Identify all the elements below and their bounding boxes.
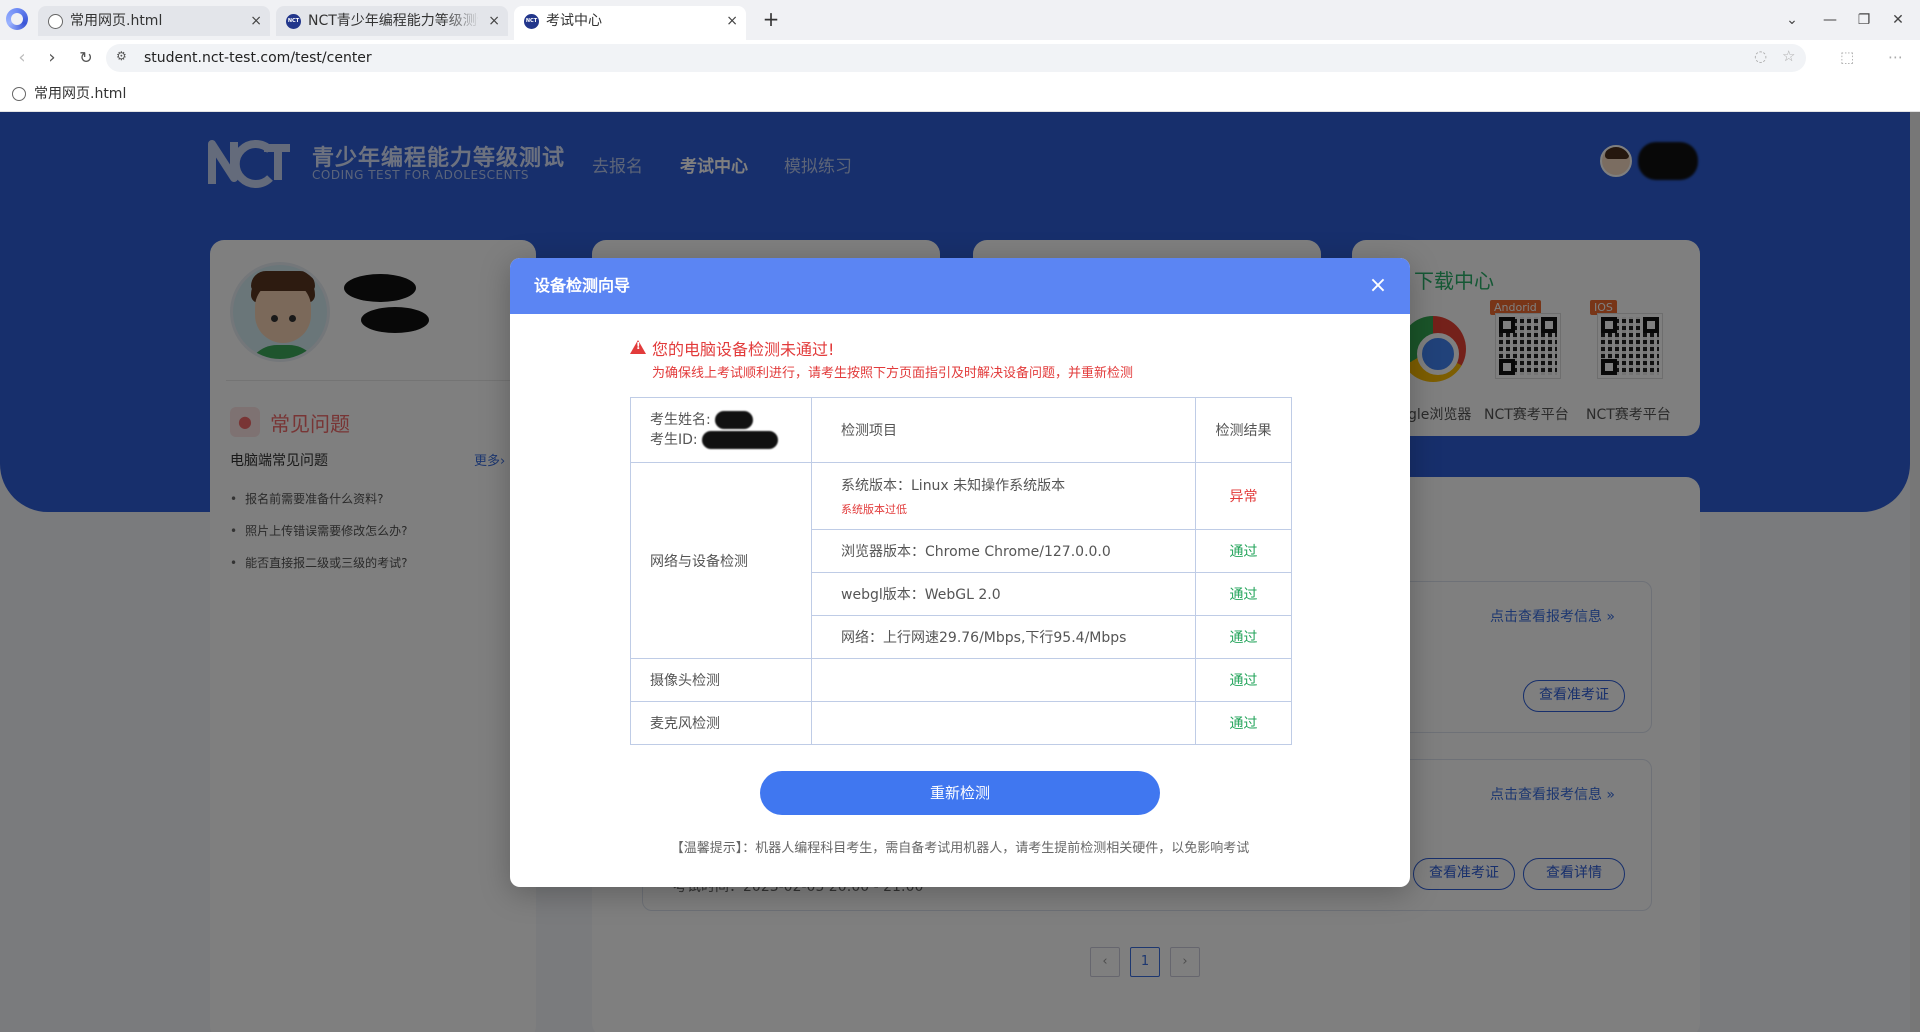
check-result: 通过	[1195, 572, 1292, 616]
minimize-button[interactable]: —	[1818, 8, 1842, 32]
tab-title: 常用网页.html	[70, 13, 163, 29]
url-text[interactable]: student.nct-test.com/test/center	[144, 44, 372, 72]
student-name-label: 考生姓名:	[650, 412, 711, 428]
alert-description: 为确保线上考试顺利进行，请考生按照下方页面指引及时解决设备问题，并重新检测	[652, 366, 1134, 381]
restore-button[interactable]: ❐	[1852, 8, 1876, 32]
alert-title: 您的电脑设备检测未通过!	[652, 340, 835, 359]
globe-icon	[12, 87, 26, 101]
back-button[interactable]: ‹	[10, 46, 34, 70]
site-info-icon[interactable]: ⚙	[116, 49, 127, 63]
forward-button[interactable]: ›	[40, 46, 64, 70]
student-id-label: 考生ID:	[650, 432, 698, 448]
device-check-table: 考生姓名: 考生ID: 检测项目 检测结果 网络与设备检测 系统版本：Linux…	[630, 397, 1292, 745]
nct-icon: NCT	[286, 14, 301, 29]
address-bar[interactable]: ⚙ student.nct-test.com/test/center ◌ ☆	[106, 44, 1806, 72]
browser-toolbar: ‹ › ↻ ⚙ student.nct-test.com/test/center…	[0, 40, 1920, 76]
microphone-check-label: 麦克风检测	[630, 701, 812, 745]
dialog-title: 设备检测向导	[534, 276, 631, 295]
warning-icon	[630, 340, 646, 354]
check-item-network: 网络：上行网速29.76/Mbps,下行95.4/Mbps	[811, 615, 1196, 659]
check-item-webgl: webgl版本：WebGL 2.0	[811, 572, 1196, 616]
check-item-label: 系统版本：Linux 未知操作系统版本	[841, 478, 1066, 494]
table-row: 网络与设备检测 系统版本：Linux 未知操作系统版本 系统版本过低 异常	[630, 462, 1292, 659]
table-row: 麦克风检测 通过	[630, 701, 1292, 745]
tab-nct-test[interactable]: NCT NCT青少年编程能力等级测试 ×	[276, 6, 508, 36]
tab-close-icon[interactable]: ×	[726, 6, 738, 36]
check-item-system: 系统版本：Linux 未知操作系统版本 系统版本过低	[811, 462, 1196, 530]
column-header-item: 检测项目	[811, 397, 1196, 463]
close-window-button[interactable]: ✕	[1886, 8, 1910, 32]
redacted-student-id	[702, 431, 779, 449]
tab-title: 考试中心	[546, 13, 602, 29]
tab-close-icon[interactable]: ×	[250, 6, 262, 36]
bookmark-common-pages[interactable]: 常用网页.html	[34, 76, 126, 112]
browser-logo-icon	[6, 8, 28, 30]
network-device-group-label: 网络与设备检测	[630, 462, 812, 659]
check-result: 通过	[1195, 529, 1292, 573]
tab-common-pages[interactable]: 常用网页.html ×	[38, 6, 270, 36]
redacted-student-name	[715, 411, 754, 429]
camera-check-label: 摄像头检测	[630, 658, 812, 702]
check-item-warning: 系统版本过低	[841, 503, 907, 516]
browser-chrome: 常用网页.html × NCT NCT青少年编程能力等级测试 × NCT 考试中…	[0, 0, 1920, 112]
check-result: 通过	[1195, 615, 1292, 659]
dialog-header: 设备检测向导 ×	[510, 258, 1410, 314]
device-check-dialog: 设备检测向导 × 您的电脑设备检测未通过! 为确保线上考试顺利进行，请考生按照下…	[510, 258, 1410, 887]
globe-icon	[48, 14, 63, 29]
new-tab-button[interactable]: +	[758, 6, 784, 32]
check-result: 通过	[1195, 658, 1292, 702]
reload-button[interactable]: ↻	[74, 46, 98, 70]
student-info-cell: 考生姓名: 考生ID:	[630, 397, 812, 463]
bookmark-star-icon[interactable]: ☆	[1782, 47, 1795, 65]
empty-cell	[811, 658, 1196, 702]
check-item-browser: 浏览器版本：Chrome Chrome/127.0.0.0	[811, 529, 1196, 573]
close-icon[interactable]: ×	[1364, 272, 1392, 300]
table-header-row: 考生姓名: 考生ID: 检测项目 检测结果	[630, 397, 1292, 463]
check-result: 通过	[1195, 701, 1292, 745]
nct-icon: NCT	[524, 14, 539, 29]
empty-cell	[811, 701, 1196, 745]
check-result: 异常	[1195, 462, 1292, 530]
warm-tip: 【温馨提示】：机器人编程科目考生，需自备考试用机器人，请考生提前检测相关硬件，以…	[670, 841, 1250, 856]
table-row: 摄像头检测 通过	[630, 658, 1292, 702]
tab-exam-center[interactable]: NCT 考试中心 ×	[514, 6, 746, 40]
eye-off-icon[interactable]: ◌	[1754, 47, 1767, 65]
extensions-icon[interactable]: ⬚	[1840, 48, 1854, 66]
menu-icon[interactable]: ⋯	[1888, 48, 1903, 66]
tab-list-chevron-icon[interactable]: ⌄	[1780, 8, 1804, 32]
bookmarks-bar: 常用网页.html	[0, 76, 1920, 112]
column-header-result: 检测结果	[1195, 397, 1292, 463]
recheck-button[interactable]: 重新检测	[760, 771, 1160, 815]
tab-close-icon[interactable]: ×	[488, 6, 500, 36]
tab-strip: 常用网页.html × NCT NCT青少年编程能力等级测试 × NCT 考试中…	[0, 0, 1920, 40]
